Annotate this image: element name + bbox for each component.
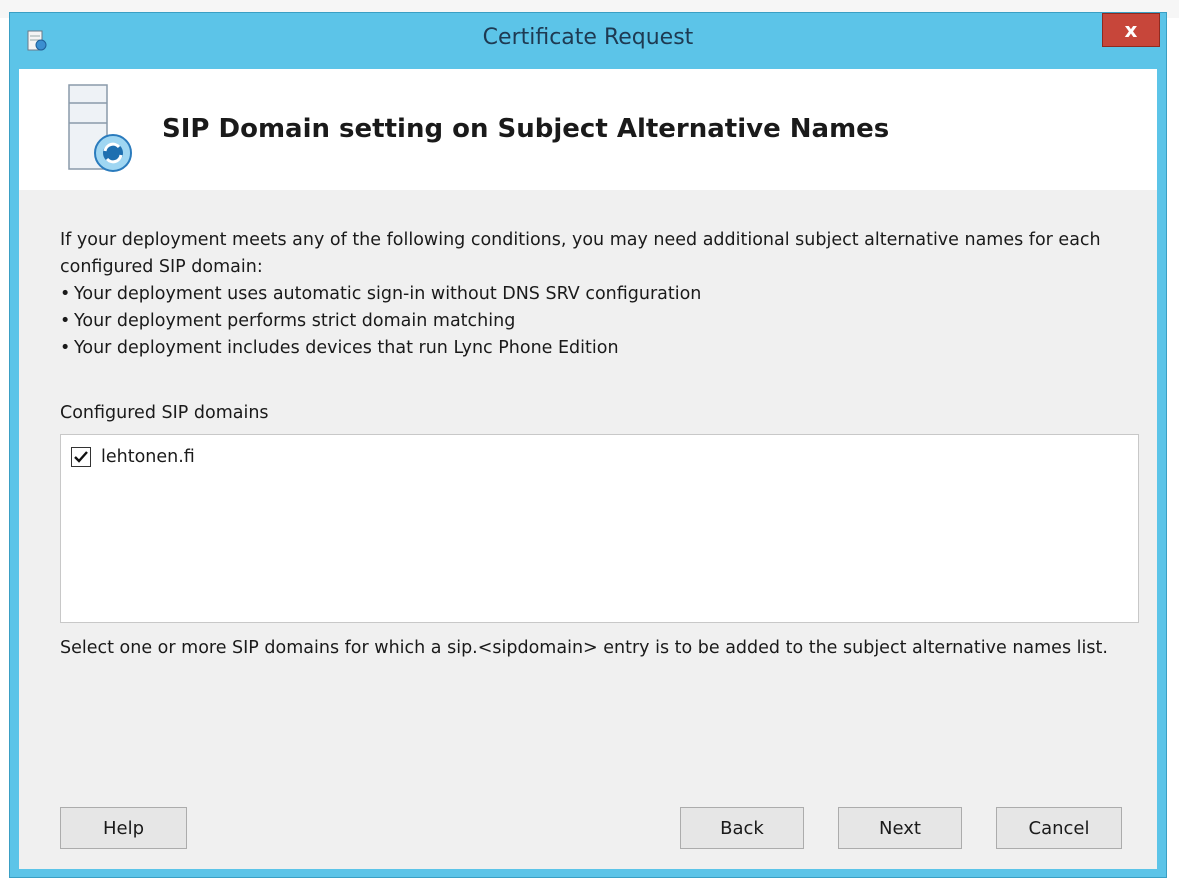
domain-checkbox[interactable]	[71, 447, 91, 467]
page-title: SIP Domain setting on Subject Alternativ…	[162, 114, 890, 144]
description-intro: If your deployment meets any of the foll…	[60, 230, 1101, 277]
back-button[interactable]: Back	[680, 807, 804, 849]
certificate-request-dialog: Certificate Request x SIP Domain setting…	[9, 12, 1167, 878]
list-item-lehtonen-fi[interactable]: lehtonen.fi	[71, 447, 195, 467]
selection-hint: Select one or more SIP domains for which…	[60, 638, 1108, 658]
next-button[interactable]: Next	[838, 807, 962, 849]
title-bar[interactable]: Certificate Request x	[10, 13, 1166, 69]
domain-name: lehtonen.fi	[101, 447, 195, 467]
cancel-button[interactable]: Cancel	[996, 807, 1122, 849]
header-banner: SIP Domain setting on Subject Alternativ…	[19, 69, 1157, 190]
condition-text: Your deployment performs strict domain m…	[74, 311, 516, 331]
bullet-icon: •	[60, 338, 71, 358]
sip-domains-label: Configured SIP domains	[60, 403, 269, 423]
dialog-body: SIP Domain setting on Subject Alternativ…	[19, 69, 1157, 869]
condition-bullet: • Your deployment performs strict domain…	[60, 308, 1120, 335]
window-title: Certificate Request	[482, 25, 694, 50]
close-icon: x	[1124, 18, 1138, 42]
help-button[interactable]: Help	[60, 807, 187, 849]
sip-domains-list[interactable]: lehtonen.fi	[60, 434, 1139, 623]
close-button[interactable]: x	[1102, 13, 1160, 47]
condition-bullet: • Your deployment uses automatic sign-in…	[60, 281, 1120, 308]
description: If your deployment meets any of the foll…	[60, 227, 1120, 362]
condition-text: Your deployment includes devices that ru…	[74, 338, 619, 358]
checkmark-icon	[74, 451, 88, 463]
condition-text: Your deployment uses automatic sign-in w…	[74, 284, 702, 304]
condition-bullet: • Your deployment includes devices that …	[60, 335, 1120, 362]
certificate-server-icon	[68, 84, 132, 172]
bullet-icon: •	[60, 284, 71, 304]
bullet-icon: •	[60, 311, 71, 331]
